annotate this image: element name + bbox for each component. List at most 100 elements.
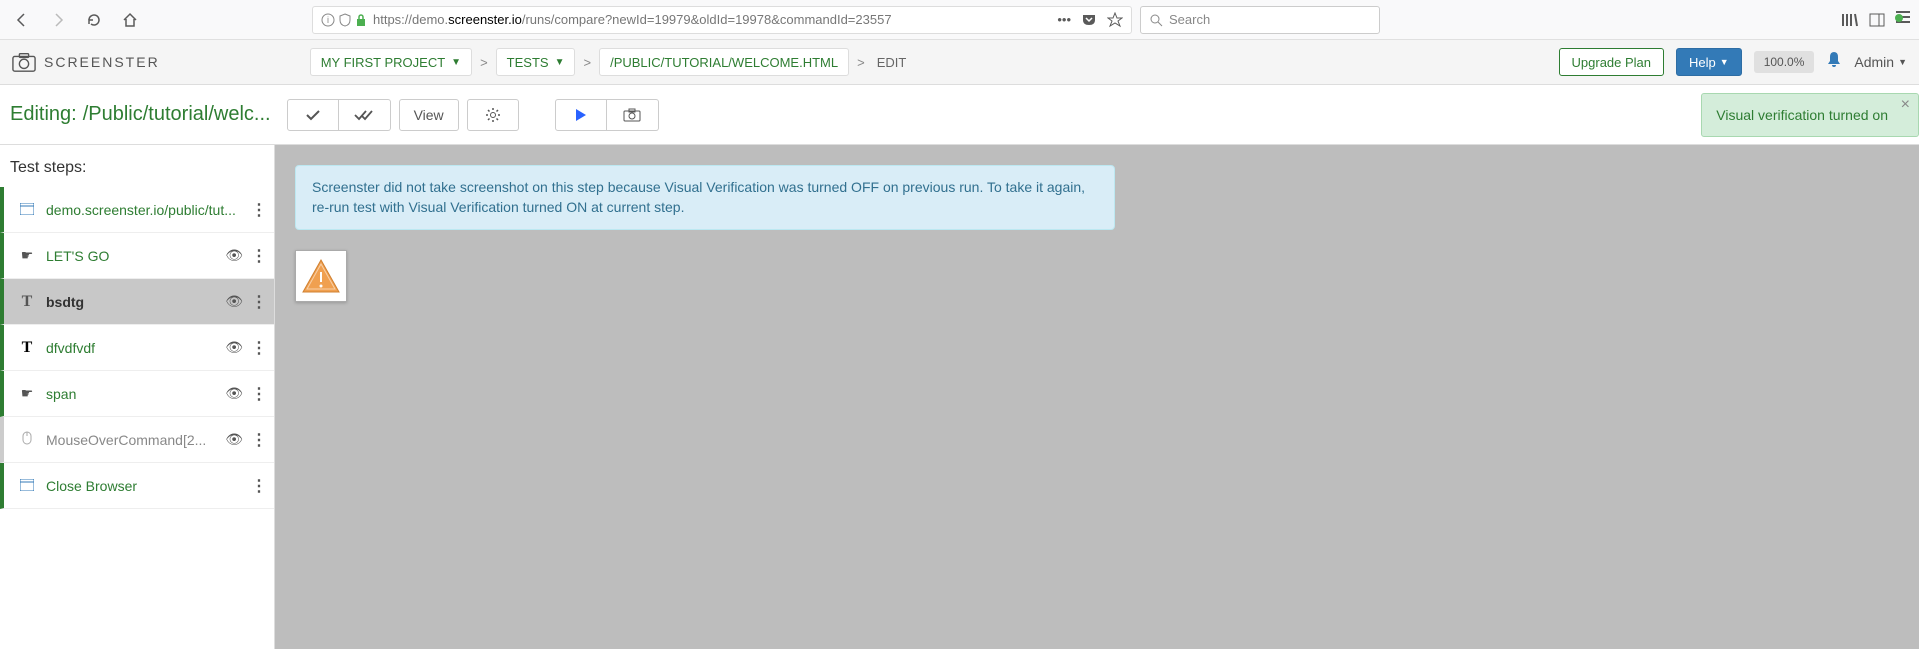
editing-path: /Public/tutorial/welc... xyxy=(83,103,271,126)
step-item[interactable]: T bsdtg 👁 ⋮ xyxy=(0,279,274,325)
url-text: https://demo.screenster.io/runs/compare?… xyxy=(373,12,1057,27)
arrow-left-icon xyxy=(14,12,30,28)
pocket-icon[interactable] xyxy=(1081,13,1097,27)
camera-icon xyxy=(12,51,36,73)
play-button[interactable] xyxy=(555,99,607,131)
steps-list: demo.screenster.io/public/tut... ⋮ ☛ LET… xyxy=(0,187,274,649)
breadcrumb: MY FIRST PROJECT▼ > TESTS▼ > /PUBLIC/TUT… xyxy=(310,48,911,76)
step-item[interactable]: MouseOverCommand[2... 👁 ⋮ xyxy=(0,417,274,463)
click-icon: ☛ xyxy=(18,385,36,402)
app-header: SCREENSTER MY FIRST PROJECT▼ > TESTS▼ > … xyxy=(0,40,1919,85)
step-label: MouseOverCommand[2... xyxy=(46,432,215,448)
step-label: bsdtg xyxy=(46,294,215,310)
home-icon xyxy=(122,12,138,28)
step-menu-icon[interactable]: ⋮ xyxy=(251,246,266,266)
menu-button[interactable] xyxy=(1895,10,1911,29)
editing-label: Editing: xyxy=(10,103,77,126)
step-item[interactable]: Close Browser ⋮ xyxy=(0,463,274,509)
settings-button[interactable] xyxy=(467,99,519,131)
bell-icon[interactable] xyxy=(1826,51,1842,74)
breadcrumb-path[interactable]: /PUBLIC/TUTORIAL/WELCOME.HTML xyxy=(599,48,849,76)
logo-text: SCREENSTER xyxy=(44,54,160,70)
menu-badge xyxy=(1895,14,1903,22)
step-menu-icon[interactable]: ⋮ xyxy=(251,200,266,220)
reload-button[interactable] xyxy=(80,6,108,34)
shield-icon xyxy=(339,13,351,27)
breadcrumb-tests[interactable]: TESTS▼ xyxy=(496,48,576,76)
gear-icon xyxy=(485,107,501,123)
run-group xyxy=(555,99,659,131)
main: Test steps: demo.screenster.io/public/tu… xyxy=(0,145,1919,649)
sidebar-icon[interactable] xyxy=(1869,12,1885,28)
text-icon: T xyxy=(18,293,36,311)
play-icon xyxy=(575,108,587,122)
svg-text:i: i xyxy=(327,15,329,25)
eye-icon[interactable]: 👁 xyxy=(225,339,243,356)
sidebar: Test steps: demo.screenster.io/public/tu… xyxy=(0,145,275,649)
step-item[interactable]: ☛ span 👁 ⋮ xyxy=(0,371,274,417)
sidebar-title: Test steps: xyxy=(0,145,274,187)
forward-button[interactable] xyxy=(44,6,72,34)
admin-menu[interactable]: Admin▼ xyxy=(1854,54,1907,70)
step-item[interactable]: demo.screenster.io/public/tut... ⋮ xyxy=(0,187,274,233)
search-box[interactable]: Search xyxy=(1140,6,1380,34)
eye-icon[interactable]: 👁 xyxy=(225,385,243,402)
browser-icon xyxy=(18,478,36,494)
step-label: demo.screenster.io/public/tut... xyxy=(46,202,241,218)
library-icon[interactable] xyxy=(1841,12,1859,28)
logo[interactable]: SCREENSTER xyxy=(12,51,160,73)
zoom-label: 100.0% xyxy=(1754,51,1815,73)
step-item[interactable]: ☛ LET'S GO 👁 ⋮ xyxy=(0,233,274,279)
notification-toast: Visual verification turned on × xyxy=(1701,93,1919,137)
step-menu-icon[interactable]: ⋮ xyxy=(251,476,266,496)
back-button[interactable] xyxy=(8,6,36,34)
approve-group xyxy=(287,99,391,131)
step-label: LET'S GO xyxy=(46,248,215,264)
notification-close[interactable]: × xyxy=(1901,96,1910,114)
step-item[interactable]: T dfvdfvdf 👁⋮ xyxy=(0,325,274,371)
reload-icon xyxy=(86,12,102,28)
info-banner: Screenster did not take screenshot on th… xyxy=(295,165,1115,230)
browser-chrome: i https://demo.screenster.io/runs/compar… xyxy=(0,0,1919,40)
star-icon[interactable] xyxy=(1107,12,1123,28)
search-placeholder: Search xyxy=(1169,12,1210,27)
breadcrumb-sep: > xyxy=(857,55,865,70)
step-label: span xyxy=(46,386,215,402)
step-menu-icon[interactable]: ⋮ xyxy=(251,430,266,450)
screenshot-thumbnail[interactable] xyxy=(295,250,347,302)
eye-icon[interactable]: 👁 xyxy=(225,247,243,264)
breadcrumb-project[interactable]: MY FIRST PROJECT▼ xyxy=(310,48,472,76)
url-bar[interactable]: i https://demo.screenster.io/runs/compar… xyxy=(312,6,1132,34)
step-menu-icon[interactable]: ⋮ xyxy=(251,292,266,312)
breadcrumb-sep: > xyxy=(583,55,591,70)
approve-all-button[interactable] xyxy=(339,99,391,131)
mouse-icon xyxy=(18,431,36,448)
double-check-icon xyxy=(354,108,374,122)
settings-group xyxy=(467,99,519,131)
approve-button[interactable] xyxy=(287,99,339,131)
ellipsis-icon[interactable]: ••• xyxy=(1057,12,1071,27)
view-group: View xyxy=(399,99,459,131)
breadcrumb-sep: > xyxy=(480,55,488,70)
screenshot-button[interactable] xyxy=(607,99,659,131)
upgrade-button[interactable]: Upgrade Plan xyxy=(1559,48,1665,76)
step-menu-icon[interactable]: ⋮ xyxy=(251,338,266,358)
breadcrumb-current: EDIT xyxy=(873,55,911,70)
step-label: dfvdfvdf xyxy=(46,340,215,356)
eye-icon[interactable]: 👁 xyxy=(225,293,243,310)
toolbar: Editing: /Public/tutorial/welc... View V… xyxy=(0,85,1919,145)
check-icon xyxy=(305,108,321,122)
eye-icon[interactable]: 👁 xyxy=(225,431,243,448)
view-button[interactable]: View xyxy=(399,99,459,131)
content-area: Screenster did not take screenshot on th… xyxy=(275,145,1919,649)
step-menu-icon[interactable]: ⋮ xyxy=(251,384,266,404)
camera-icon xyxy=(623,108,641,122)
warning-icon xyxy=(299,254,343,298)
arrow-right-icon xyxy=(50,12,66,28)
click-icon: ☛ xyxy=(18,247,36,264)
home-button[interactable] xyxy=(116,6,144,34)
step-label: Close Browser xyxy=(46,478,241,494)
search-icon xyxy=(1149,13,1163,27)
info-icon: i xyxy=(321,13,335,27)
help-button[interactable]: Help▼ xyxy=(1676,48,1742,76)
